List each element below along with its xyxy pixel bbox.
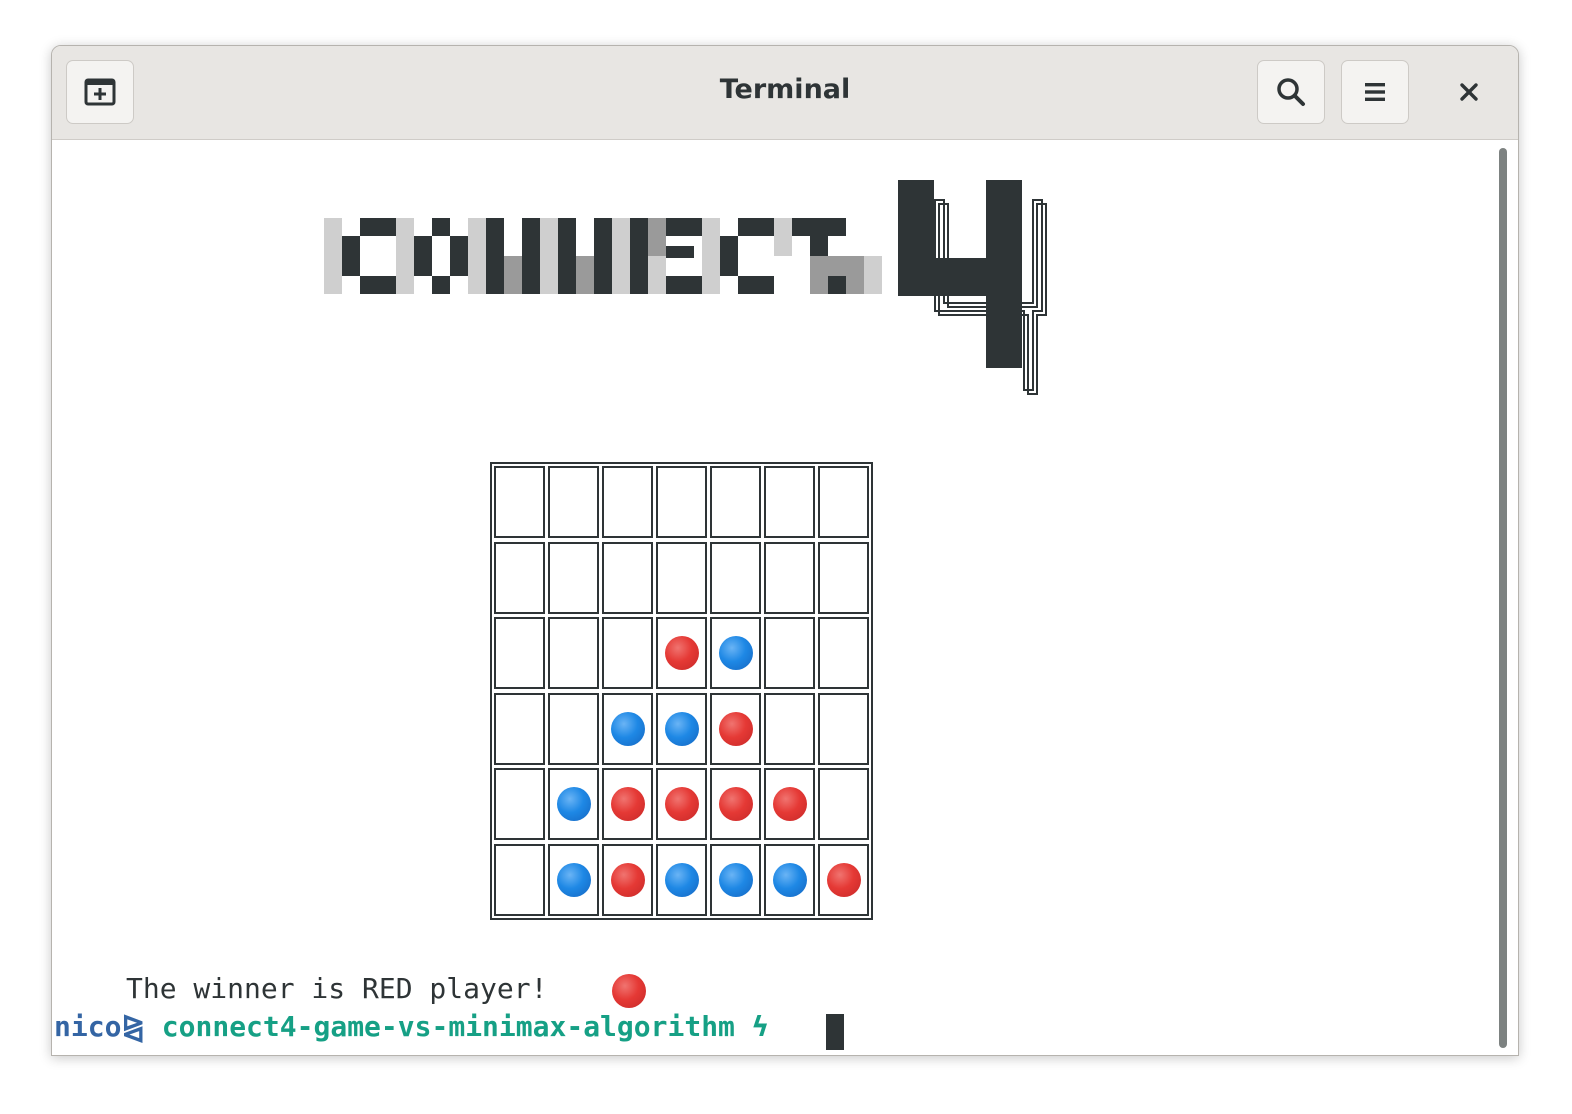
board-cell — [764, 542, 815, 614]
board-cell — [764, 617, 815, 689]
board-cell — [494, 768, 545, 840]
blue-disc — [664, 712, 699, 746]
red-disc — [610, 863, 645, 897]
close-icon — [1460, 83, 1478, 101]
header-bar: Terminal — [52, 46, 1518, 140]
board-cell — [548, 542, 599, 614]
prompt-bolt-icon: ϟ — [751, 1010, 769, 1043]
board-cell — [656, 542, 707, 614]
text-cursor — [826, 1014, 844, 1050]
red-disc — [664, 787, 699, 821]
hamburger-menu-icon — [1365, 83, 1385, 101]
blue-disc — [664, 863, 699, 897]
red-disc — [826, 863, 861, 897]
board-cell — [602, 542, 653, 614]
terminal-content[interactable]: The winner is RED player! nico⧎ connect4… — [52, 140, 1518, 1055]
close-button[interactable] — [1444, 70, 1494, 114]
blue-disc — [718, 863, 753, 897]
connect-4-logo — [324, 180, 1047, 395]
game-board — [490, 462, 873, 920]
blue-disc — [718, 636, 753, 670]
blue-disc — [556, 787, 591, 821]
prompt-separator-icon: ⧎ — [121, 1010, 145, 1043]
logo-letters-connect — [324, 218, 882, 294]
search-button[interactable] — [1257, 60, 1325, 124]
red-disc — [718, 787, 753, 821]
winner-red-disc — [612, 974, 646, 1008]
board-cell — [818, 542, 869, 614]
board-cell — [494, 466, 545, 538]
board-cell — [710, 542, 761, 614]
board-cell — [494, 617, 545, 689]
board-cell — [494, 542, 545, 614]
board-cell — [548, 466, 599, 538]
red-disc — [610, 787, 645, 821]
board-cell — [764, 466, 815, 538]
menu-button[interactable] — [1341, 60, 1409, 124]
board-cell — [818, 693, 869, 765]
winner-message: The winner is RED player! — [126, 972, 548, 1005]
prompt-directory: connect4-game-vs-minimax-algorithm — [161, 1010, 735, 1043]
prompt-user: nico — [54, 1010, 122, 1043]
board-cell — [602, 466, 653, 538]
blue-disc — [556, 863, 591, 897]
board-cell — [548, 617, 599, 689]
shell-prompt: nico⧎ connect4-game-vs-minimax-algorithm… — [54, 1010, 769, 1043]
scrollbar-thumb[interactable] — [1499, 148, 1507, 1048]
board-cell — [548, 693, 599, 765]
board-cell — [710, 466, 761, 538]
terminal-window: Terminal The winner is RED player! nico⧎… — [51, 45, 1519, 1056]
board-cell — [818, 466, 869, 538]
board-cell — [818, 768, 869, 840]
red-disc — [772, 787, 807, 821]
board-cell — [818, 617, 869, 689]
blue-disc — [610, 712, 645, 746]
blue-disc — [772, 863, 807, 897]
search-icon — [1277, 78, 1305, 106]
board-cell — [764, 693, 815, 765]
board-cell — [494, 693, 545, 765]
board-cell — [602, 617, 653, 689]
scrollbar[interactable] — [1496, 146, 1510, 1051]
logo-digit-4 — [898, 180, 1047, 395]
red-disc — [664, 636, 699, 670]
board-cell — [494, 844, 545, 916]
red-disc — [718, 712, 753, 746]
board-cell — [656, 466, 707, 538]
